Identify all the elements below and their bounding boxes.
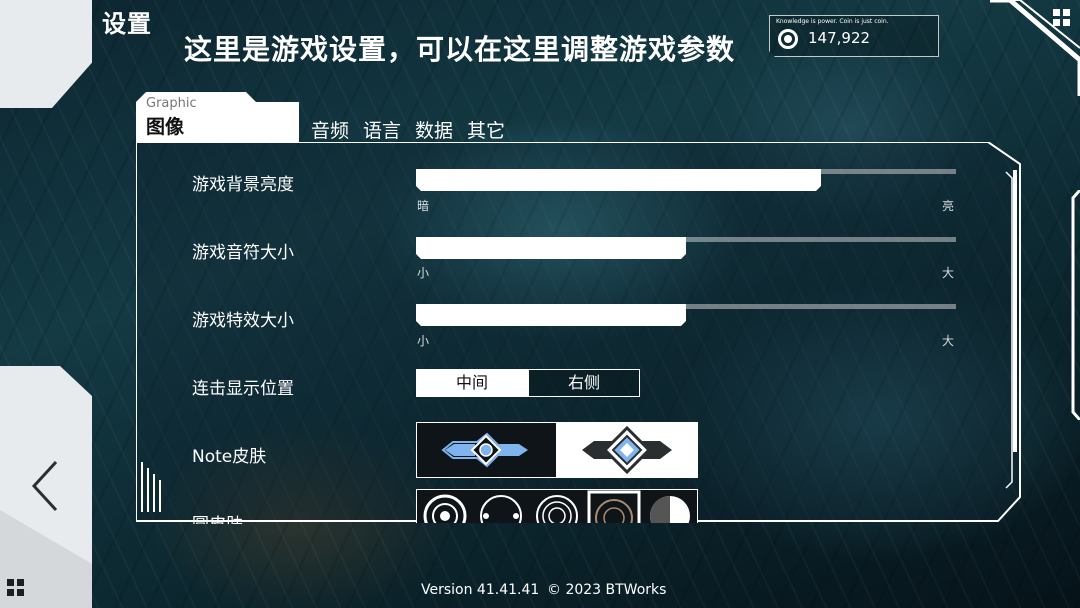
tab-other[interactable]: 其它	[467, 116, 505, 143]
brightness-max-label: 亮	[942, 199, 955, 213]
copyright-text: © 2023 BTWorks	[547, 582, 667, 598]
note-skin-1-icon	[441, 432, 528, 468]
coin-value: 147,922	[808, 29, 871, 47]
note-size-max-label: 大	[942, 266, 955, 280]
coin-icon	[778, 29, 798, 49]
coin-counter: Knowledge is power. Coin is just coin. 1…	[769, 15, 939, 57]
page-title: 设置	[102, 10, 152, 38]
back-arrow-icon[interactable]	[30, 460, 62, 512]
note-size-slider-fill	[416, 237, 686, 259]
note-size-label: 游戏音符大小	[192, 243, 294, 263]
circle-skin-icons	[423, 490, 690, 523]
panel-scrollbar[interactable]	[1013, 170, 1017, 452]
effect-size-slider[interactable]	[416, 304, 956, 309]
combo-position-label: 连击显示位置	[192, 379, 294, 399]
circle-skin-strip	[416, 489, 698, 523]
effect-size-min-label: 小	[417, 334, 430, 348]
tab-audio[interactable]: 音频	[311, 116, 349, 143]
tab-language[interactable]: 语言	[363, 116, 401, 143]
corner-decoration-top-left	[0, 0, 92, 108]
combo-position-right-option[interactable]: 右侧	[528, 369, 640, 397]
tab-data[interactable]: 数据	[415, 116, 453, 143]
brightness-slider[interactable]	[416, 169, 956, 174]
note-skin-option-1[interactable]	[416, 422, 557, 478]
tab-graphic-label: 图像	[146, 116, 185, 138]
effect-size-label: 游戏特效大小	[192, 311, 294, 331]
note-size-slider[interactable]	[416, 237, 956, 242]
brightness-min-label: 暗	[417, 199, 430, 213]
circle-skin-label: 圆皮肤	[192, 510, 243, 524]
note-skin-2-icon	[582, 425, 672, 475]
coin-tagline: Knowledge is power. Coin is just coin.	[776, 18, 889, 25]
right-edge-decoration	[1071, 190, 1080, 420]
brightness-slider-fill	[416, 169, 821, 191]
combo-position-center-option[interactable]: 中间	[416, 369, 528, 397]
menu-grid-icon[interactable]	[1053, 9, 1070, 26]
tab-graphic-sublabel: Graphic	[146, 96, 197, 111]
version-text: Version 41.41.41	[421, 582, 540, 598]
note-skin-label: Note皮肤	[192, 447, 267, 467]
page-subtitle: 这里是游戏设置，可以在这里调整游戏参数	[184, 33, 736, 66]
bottom-menu-grid-icon[interactable]	[7, 579, 24, 596]
note-size-min-label: 小	[417, 266, 430, 280]
note-skin-option-2[interactable]	[557, 422, 698, 478]
brightness-label: 游戏背景亮度	[192, 175, 294, 195]
tab-graphic[interactable]: Graphic 图像	[136, 92, 299, 142]
effect-size-slider-fill	[416, 304, 686, 326]
effect-size-max-label: 大	[942, 334, 955, 348]
